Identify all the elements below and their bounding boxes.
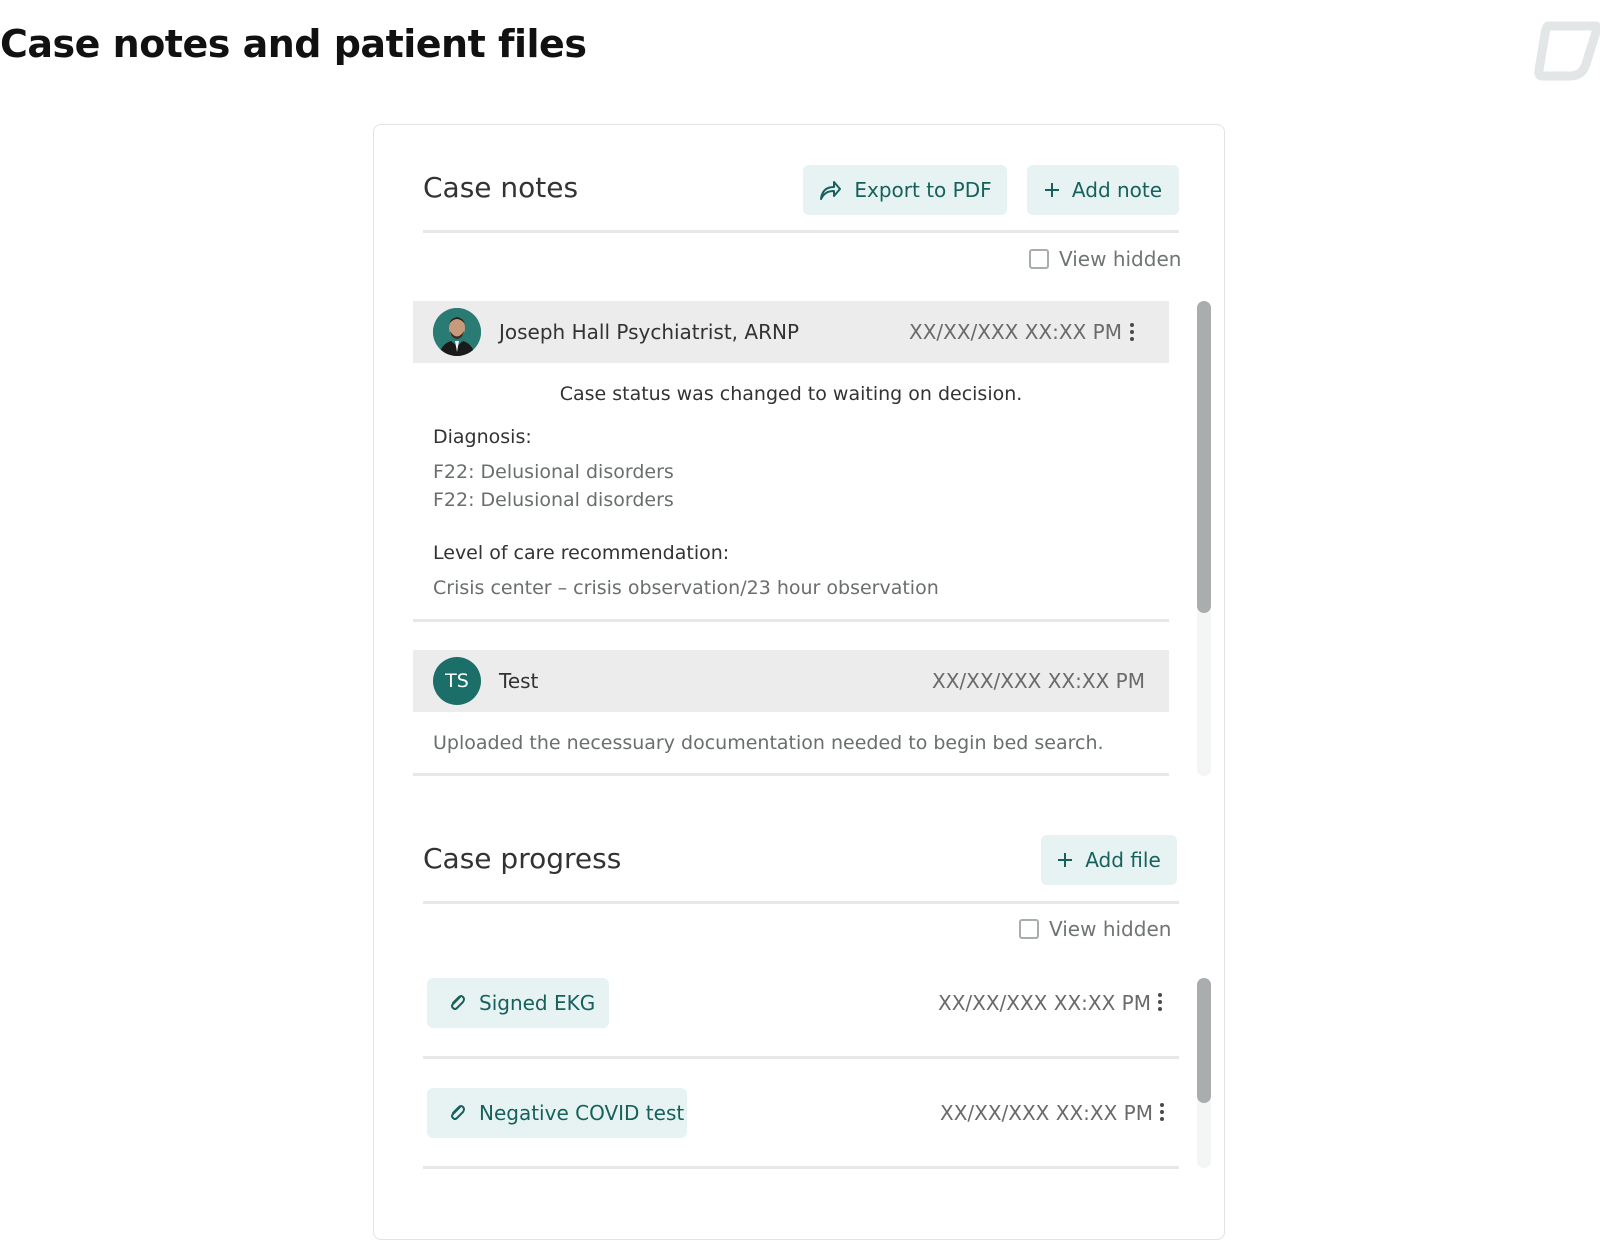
plus-icon xyxy=(1044,183,1059,197)
add-note-button[interactable]: Add note xyxy=(1027,165,1179,215)
avatar xyxy=(433,308,481,356)
export-to-pdf-label: Export to PDF xyxy=(854,178,992,202)
file-name: Negative COVID test xyxy=(479,1101,685,1125)
paperclip-icon xyxy=(451,995,465,1010)
note-author: Joseph Hall Psychiatrist, ARNP xyxy=(499,320,799,344)
note-status-text: Case status was changed to waiting on de… xyxy=(559,383,1023,405)
add-file-button[interactable]: Add file xyxy=(1041,835,1177,885)
view-hidden-label: View hidden xyxy=(1059,247,1182,271)
case-progress-divider xyxy=(423,901,1179,904)
note-menu-button[interactable] xyxy=(1122,319,1142,345)
person-photo-icon xyxy=(433,308,481,356)
kebab-dot xyxy=(1158,1007,1162,1011)
case-panel: Case notes Export to PDF Add note View h… xyxy=(373,124,1225,1240)
case-progress-title: Case progress xyxy=(423,842,622,875)
note-divider xyxy=(413,773,1169,776)
files-scrollbar-thumb[interactable] xyxy=(1197,978,1211,1103)
kebab-menu-icon xyxy=(1130,323,1134,327)
diagnosis-item: F22: Delusional disorders xyxy=(433,489,674,511)
case-notes-title: Case notes xyxy=(423,171,579,204)
note-divider xyxy=(413,619,1169,622)
export-to-pdf-button[interactable]: Export to PDF xyxy=(803,165,1007,215)
share-icon xyxy=(820,181,842,200)
file-chip[interactable]: Negative COVID test xyxy=(427,1088,687,1138)
view-hidden-notes-toggle[interactable]: View hidden xyxy=(1029,247,1181,271)
file-chip[interactable]: Signed EKG xyxy=(427,978,609,1028)
file-menu-button[interactable] xyxy=(1152,1099,1172,1125)
kebab-dot xyxy=(1130,337,1134,341)
plus-icon xyxy=(1058,853,1073,867)
file-name: Signed EKG xyxy=(479,991,596,1015)
care-recommendation-label: Level of care recommendation: xyxy=(433,542,730,564)
view-hidden-files-toggle[interactable]: View hidden xyxy=(1019,917,1171,941)
diagnosis-item: F22: Delusional disorders xyxy=(433,461,674,483)
notes-scrollbar-thumb[interactable] xyxy=(1197,301,1211,613)
kebab-dot xyxy=(1160,1117,1164,1121)
view-hidden-checkbox[interactable] xyxy=(1019,919,1039,939)
diagnosis-label: Diagnosis: xyxy=(433,426,532,448)
add-file-label: Add file xyxy=(1085,848,1161,872)
view-hidden-label: View hidden xyxy=(1049,917,1172,941)
note-author: Test xyxy=(499,669,539,693)
avatar: TS xyxy=(433,657,481,705)
view-hidden-checkbox[interactable] xyxy=(1029,249,1049,269)
kebab-menu-icon xyxy=(1158,993,1162,997)
file-timestamp: XX/XX/XXX XX:XX PM xyxy=(940,1101,1153,1125)
file-divider xyxy=(423,1166,1179,1169)
care-recommendation-value: Crisis center – crisis observation/23 ho… xyxy=(433,577,939,599)
case-notes-divider xyxy=(423,230,1179,233)
file-timestamp: XX/XX/XXX XX:XX PM xyxy=(938,991,1151,1015)
page-title: Case notes and patient files xyxy=(0,22,587,66)
note-body: Uploaded the necessuary documentation ne… xyxy=(433,732,1104,754)
kebab-dot xyxy=(1160,1110,1164,1114)
note-timestamp: XX/XX/XXX XX:XX PM xyxy=(932,669,1145,693)
paperclip-icon xyxy=(451,1105,465,1120)
brand-logo-icon xyxy=(1534,21,1600,81)
add-note-label: Add note xyxy=(1071,178,1163,202)
file-divider xyxy=(423,1056,1179,1059)
kebab-dot xyxy=(1130,330,1134,334)
note-timestamp: XX/XX/XXX XX:XX PM xyxy=(909,320,1122,344)
kebab-dot xyxy=(1158,1000,1162,1004)
kebab-menu-icon xyxy=(1160,1103,1164,1107)
file-menu-button[interactable] xyxy=(1150,989,1170,1015)
